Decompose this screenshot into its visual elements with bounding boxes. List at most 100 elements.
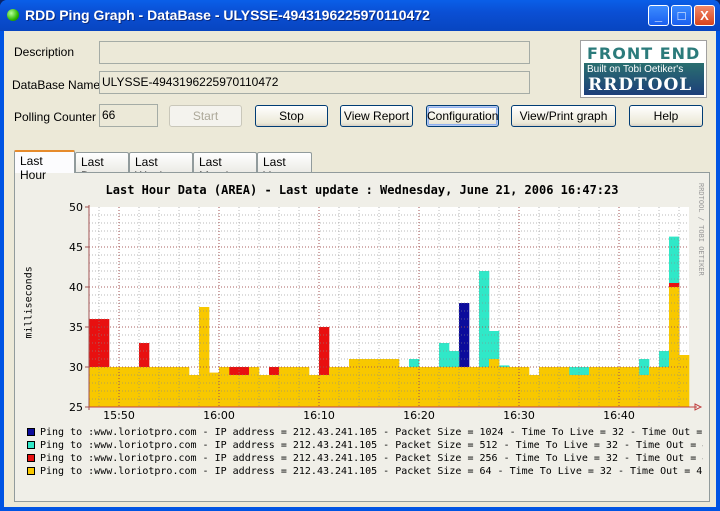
legend-entry: Ping to :www.loriotpro.com - IP address … [27,439,703,452]
bar-3-21 [299,367,310,407]
app-window: RDD Ping Graph - DataBase - ULYSSE-49431… [0,0,720,511]
bar-3-11 [199,307,210,407]
maximize-icon: □ [677,8,686,23]
logo-title: FRONT END [587,44,701,63]
close-icon: X [700,8,709,23]
app-icon [7,9,19,21]
bar-3-42 [509,367,520,407]
bar-3-56 [649,367,660,407]
bar-3-39 [479,367,490,407]
legend-label: Ping to :www.loriotpro.com - IP address … [40,427,703,438]
bar-3-33 [419,367,430,407]
x-tick-label: 16:30 [503,409,535,422]
bar-3-46 [549,367,560,407]
y-tick-label: 35 [69,321,83,334]
rrdtool-logo: FRONT END Built on Tobi Oetiker's RRDTOO… [580,40,707,98]
x-tick-label: 16:10 [303,409,335,422]
y-tick-label: 40 [69,281,83,294]
help-button[interactable]: Help [629,105,703,127]
legend-entry: Ping to :www.loriotpro.com - IP address … [27,465,703,478]
tab-last-week[interactable]: Last Week [129,152,193,183]
bar-3-8 [169,367,180,407]
logo-subtitle: Built on Tobi Oetiker's [587,64,684,75]
legend-entry: Ping to :www.loriotpro.com - IP address … [27,452,703,465]
bar-3-18 [269,375,280,407]
bar-3-45 [539,367,550,407]
legend-label: Ping to :www.loriotpro.com - IP address … [40,453,703,464]
bar-3-0 [89,367,100,407]
chart-plot: 25 30 35 40 45 50 15:50 16:00 16:10 16:20 16:30 16:… [69,201,703,422]
x-tick-label: 15:50 [103,409,135,422]
tab-last-month[interactable]: Last Month [193,152,257,183]
bar-3-51 [599,367,610,407]
bar-3-30 [389,359,400,407]
bar-3-50 [589,367,600,407]
view-print-graph-button[interactable]: View/Print graph [511,105,616,127]
dbname-label: DataBase Name [12,78,101,92]
bar-3-31 [399,367,410,407]
legend-swatch [27,428,35,436]
y-tick-label: 45 [69,241,83,254]
configuration-button[interactable]: Configuration [426,105,499,127]
bar-3-9 [179,367,190,407]
main-form: Description DataBase Name ULYSSE-4943196… [4,31,716,507]
bar-3-2 [109,367,120,407]
bar-3-4 [129,367,140,407]
description-field[interactable] [99,41,530,64]
title-bar[interactable]: RDD Ping Graph - DataBase - ULYSSE-49431… [0,0,720,31]
minimize-icon: _ [654,8,663,23]
bar-3-57 [659,367,670,407]
bar-3-52 [609,367,620,407]
bar-3-15 [239,375,250,407]
bar-3-24 [329,367,340,407]
bar-3-47 [559,367,570,407]
bar-3-43 [519,367,530,407]
x-tick-label: 16:20 [403,409,435,422]
x-tick-label: 16:40 [603,409,635,422]
legend-entry: Ping to :www.loriotpro.com - IP address … [27,426,703,439]
maximize-button[interactable]: □ [671,5,692,26]
bar-3-6 [149,367,160,407]
legend-swatch [27,467,35,475]
stop-button[interactable]: Stop [255,105,328,127]
rrd-graph: Last Hour Data (AREA) - Last update : We… [17,175,707,499]
polling-counter-label: Polling Counter [14,110,97,124]
dbname-field[interactable]: ULYSSE-4943196225970110472 [99,71,530,94]
bar-3-53 [619,367,630,407]
chart-legend: Ping to :www.loriotpro.com - IP address … [27,426,703,478]
bar-3-34 [429,367,440,407]
minimize-button[interactable]: _ [648,5,669,26]
bar-3-19 [279,367,290,407]
y-tick-label: 50 [69,201,83,214]
y-tick-label: 25 [69,401,83,414]
bar-3-36 [449,367,460,407]
view-report-button[interactable]: View Report [340,105,413,127]
logo-rrdtool: RRDTOOL [588,75,693,95]
close-button[interactable]: X [694,5,715,26]
tab-panel: Last Hour Data (AREA) - Last update : We… [14,172,710,502]
bar-3-3 [119,367,130,407]
bar-3-27 [359,359,370,407]
start-button[interactable]: Start [169,105,242,127]
bar-3-35 [439,367,450,407]
tab-last-day[interactable]: Last Day [75,152,129,183]
legend-swatch [27,454,35,462]
polling-counter-field[interactable]: 66 [99,104,158,127]
legend-label: Ping to :www.loriotpro.com - IP address … [40,466,703,477]
x-tick-label: 16:00 [203,409,235,422]
bar-3-38 [469,367,480,407]
bar-3-1 [99,367,110,407]
bar-3-37 [459,367,470,407]
bar-3-20 [289,367,300,407]
bar-3-5 [139,367,150,407]
window-title: RDD Ping Graph - DataBase - ULYSSE-49431… [25,7,430,23]
bar-3-32 [409,367,420,407]
tab-last-year[interactable]: Last Year [257,152,312,183]
tab-last-hour[interactable]: Last Hour [14,150,75,182]
bar-3-13 [219,367,230,407]
description-label: Description [14,45,75,59]
bar-3-7 [159,367,170,407]
legend-label: Ping to :www.loriotpro.com - IP address … [40,440,703,451]
bar-3-25 [339,367,350,407]
legend-swatch [27,441,35,449]
